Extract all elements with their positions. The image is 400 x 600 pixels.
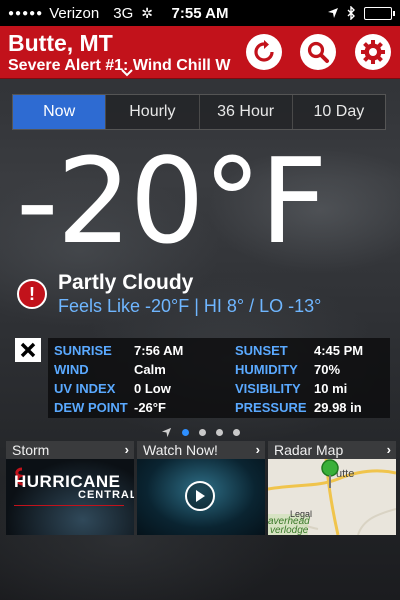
condition-text: Partly Cloudy <box>58 271 194 294</box>
page-indicator[interactable] <box>0 424 400 440</box>
current-temperature: -20°F <box>16 132 328 270</box>
carrier-name: Verizon <box>49 4 100 22</box>
search-icon <box>307 41 329 63</box>
card-title: Watch Now! <box>137 441 265 459</box>
page-dot-active[interactable] <box>181 428 189 436</box>
forecast-tabs: Now Hourly 36 Hour 10 Day <box>12 94 386 130</box>
alert-exclamation-icon[interactable]: ! <box>17 279 47 309</box>
conditions-details-panel: SUNRISE 7:56 AM SUNSET 4:45 PM WIND Calm… <box>48 338 390 418</box>
card-title: Storm <box>6 441 134 459</box>
wind-label: WIND <box>54 362 89 377</box>
status-bar: ●●●●● Verizon 3G ✲ 7:55 AM <box>0 0 400 26</box>
uv-index-value: 0 Low <box>134 381 171 396</box>
tab-now[interactable]: Now <box>13 95 107 129</box>
details-row: UV INDEX 0 Low VISIBILITY 10 mi <box>48 379 390 398</box>
visibility-value: 10 mi <box>314 381 348 396</box>
refresh-icon <box>254 40 274 62</box>
tab-hourly[interactable]: Hourly <box>106 95 200 129</box>
settings-button[interactable] <box>355 34 391 70</box>
chevron-right-icon: › <box>255 442 260 457</box>
network-type: 3G <box>113 4 134 22</box>
play-icon <box>196 490 205 502</box>
activity-spinner-icon: ✲ <box>141 4 153 21</box>
play-button[interactable] <box>185 481 215 511</box>
chevron-down-icon[interactable] <box>121 69 133 77</box>
divider <box>14 505 124 506</box>
signal-strength-icon: ●●●●● <box>8 7 44 19</box>
dew-point-label: DEW POINT <box>54 400 128 415</box>
uv-index-label: UV INDEX <box>54 381 116 396</box>
clock: 7:55 AM <box>171 4 229 22</box>
bluetooth-icon <box>347 6 355 20</box>
video-thumbnail <box>137 459 265 535</box>
location-arrow-icon <box>161 427 171 437</box>
close-icon <box>20 342 36 358</box>
chevron-right-icon: › <box>124 442 129 457</box>
sunset-value: 4:45 PM <box>314 343 364 358</box>
hurricane-central-thumbnail: HURRICANE CENTRAL <box>6 459 134 535</box>
storm-card[interactable]: Storm › HURRICANE CENTRAL <box>6 441 134 535</box>
map-label-deerlodge: verlodge <box>270 525 309 535</box>
details-row: SUNRISE 7:56 AM SUNSET 4:45 PM <box>48 341 390 360</box>
visibility-label: VISIBILITY <box>235 381 301 396</box>
pressure-label: PRESSURE <box>235 400 307 415</box>
watch-now-card[interactable]: Watch Now! › <box>137 441 265 535</box>
sunset-label: SUNSET <box>235 343 288 358</box>
page-dot[interactable] <box>232 428 240 436</box>
battery-icon <box>364 6 395 20</box>
map-pin-icon <box>321 459 339 488</box>
humidity-label: HUMIDITY <box>235 362 298 377</box>
app-header: Butte, MT Severe Alert #1: Wind Chill W <box>0 26 400 79</box>
details-row: DEW POINT -26°F PRESSURE 29.98 in <box>48 398 390 417</box>
radar-map-thumbnail: utte Legal averhead verlodge <box>268 459 396 535</box>
sunrise-label: SUNRISE <box>54 343 112 358</box>
details-row: WIND Calm HUMIDITY 70% <box>48 360 390 379</box>
pressure-value: 29.98 in <box>314 400 362 415</box>
card-title: Radar Map <box>268 441 396 459</box>
page-dot[interactable] <box>198 428 206 436</box>
close-details-button[interactable] <box>15 338 41 362</box>
location-arrow-icon <box>328 8 338 18</box>
location-title[interactable]: Butte, MT <box>8 30 113 57</box>
feels-like-text: Feels Like -20°F | HI 8° / LO -13° <box>58 296 322 316</box>
sunrise-value: 7:56 AM <box>134 343 184 358</box>
dew-point-value: -26°F <box>134 400 166 415</box>
humidity-value: 70% <box>314 362 341 377</box>
search-button[interactable] <box>300 34 336 70</box>
refresh-button[interactable] <box>246 34 282 70</box>
page-dot[interactable] <box>215 428 223 436</box>
tab-36-hour[interactable]: 36 Hour <box>200 95 293 129</box>
wind-value: Calm <box>134 362 166 377</box>
gear-icon <box>361 40 385 64</box>
chevron-right-icon: › <box>386 442 391 457</box>
radar-map-card[interactable]: Radar Map › utte Legal averhead verlodge <box>268 441 396 535</box>
tab-10-day[interactable]: 10 Day <box>293 95 385 129</box>
hurricane-logo-line2: CENTRAL <box>78 489 134 501</box>
